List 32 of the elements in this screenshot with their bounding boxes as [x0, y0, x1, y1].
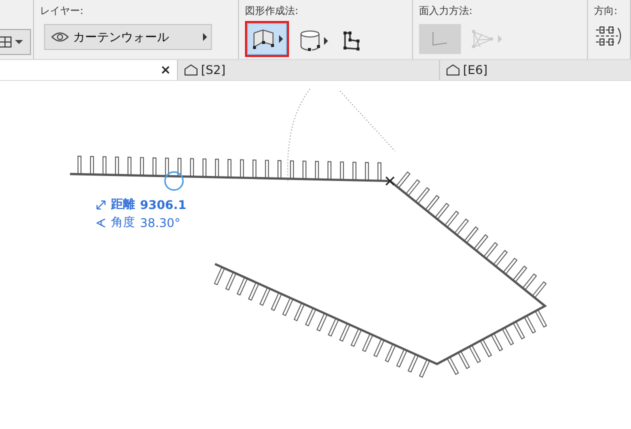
eye-icon [50, 32, 69, 42]
tab-label: [E6] [463, 63, 488, 77]
view-tab[interactable]: [S2] [178, 60, 440, 80]
distance-value: 9306.1 [140, 198, 186, 212]
vertex-marker [385, 176, 395, 186]
view-tab[interactable]: [E6] [440, 60, 631, 80]
flip-direction-icon[interactable] [594, 24, 624, 48]
geometry-method-button[interactable] [245, 21, 290, 57]
menu-arrow-icon [324, 36, 328, 44]
angle-value: 38.30° [140, 216, 180, 230]
menu-arrow-icon [498, 35, 502, 43]
curved-wall-icon [298, 28, 322, 52]
layer-dropdown[interactable]: カーテンウォール [44, 24, 212, 50]
house-icon [184, 64, 198, 76]
direction-label: 方向: [594, 4, 618, 18]
corner-icon [431, 31, 450, 47]
tab-label: [S2] [201, 63, 226, 77]
angle-icon [96, 218, 106, 228]
angle-label: 角度 [111, 214, 135, 231]
grid-icon[interactable] [0, 34, 12, 48]
face-input-label: 面入力方法: [419, 4, 474, 18]
view-tab[interactable]: × [0, 60, 178, 80]
distance-icon [96, 200, 106, 210]
menu-arrow-icon [279, 35, 284, 43]
house-icon [446, 64, 460, 76]
close-icon[interactable]: × [160, 62, 171, 78]
distance-label: 距離 [111, 196, 135, 213]
dropdown-arrow-icon [202, 33, 207, 41]
guide-line [340, 90, 396, 152]
snap-circle [164, 171, 184, 191]
geometry-method-label: 図形作成法: [245, 4, 300, 18]
layer-label: レイヤー: [40, 5, 84, 18]
